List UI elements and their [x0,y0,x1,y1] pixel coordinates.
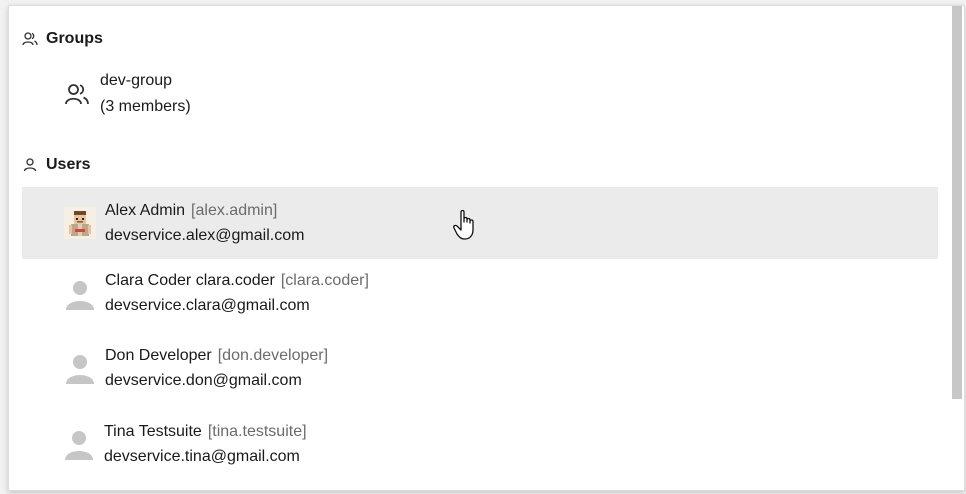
users-section-header: Users [22,156,90,174]
group-name: dev-group [100,72,173,89]
users-icon [65,84,89,105]
scrollbar[interactable] [952,6,962,399]
user-display-name: Alex Admin [105,202,186,219]
groups-section-header: Groups [22,30,103,48]
user-display-name: Clara Coder clara.coder [105,272,275,289]
user-email: devservice.alex@gmail.com [105,227,305,244]
user-item-alex-admin[interactable]: Alex Admin [alex.admin] devservice.alex@g… [22,187,938,259]
user-login: [clara.coder] [280,272,369,289]
user-item-tina-testsuite[interactable]: Tina Testsuite [tina.testsuite] devservic… [22,409,938,481]
users-section-title: Users [46,156,91,173]
user-item-don-developer[interactable]: Don Developer [don.developer] devservice.… [22,333,938,405]
group-member-count: (3 members) [100,98,191,115]
user-email: devservice.tina@gmail.com [104,448,300,465]
user-email: devservice.don@gmail.com [105,372,302,389]
search-results-popup: Groups dev-group (3 members) Users Alex … [8,5,965,491]
groups-section-title: Groups [46,30,103,47]
user-item-clara-coder[interactable]: Clara Coder clara.coder [clara.coder] dev… [22,259,938,331]
default-avatar [65,431,93,460]
custom-avatar [64,207,96,239]
user-email: devservice.clara@gmail.com [105,297,310,314]
user-display-name: Don Developer [105,347,212,364]
default-avatar [66,355,94,384]
user-login: [tina.testsuite] [207,423,307,440]
default-avatar [66,281,94,310]
group-item-dev-group[interactable]: dev-group (3 members) [64,68,191,120]
user-login: [alex.admin] [191,202,278,219]
users-icon [22,32,38,46]
hand-pointer-cursor-icon [453,209,474,240]
user-display-name: Tina Testsuite [104,423,202,440]
user-login: [don.developer] [217,347,329,364]
user-icon [23,158,37,172]
